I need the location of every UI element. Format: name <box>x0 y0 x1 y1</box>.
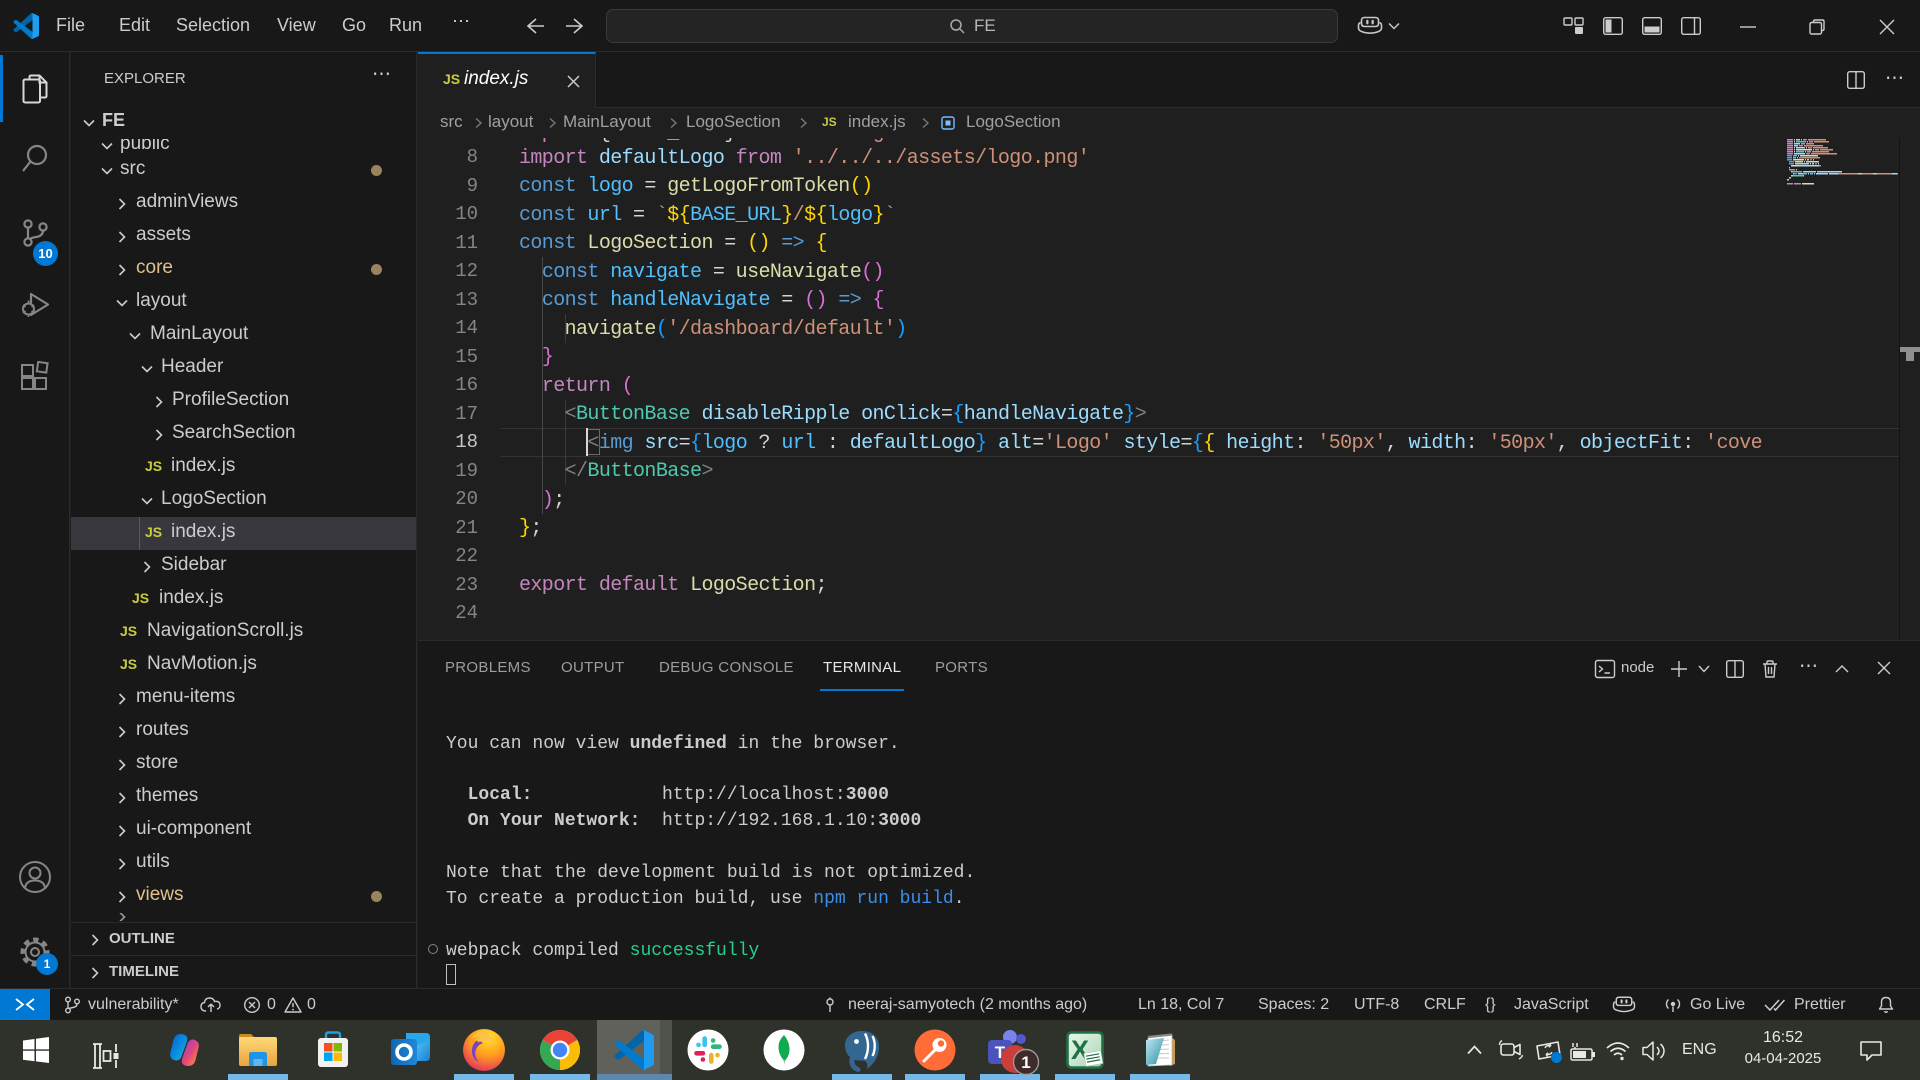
svg-text:1: 1 <box>1021 1053 1030 1072</box>
